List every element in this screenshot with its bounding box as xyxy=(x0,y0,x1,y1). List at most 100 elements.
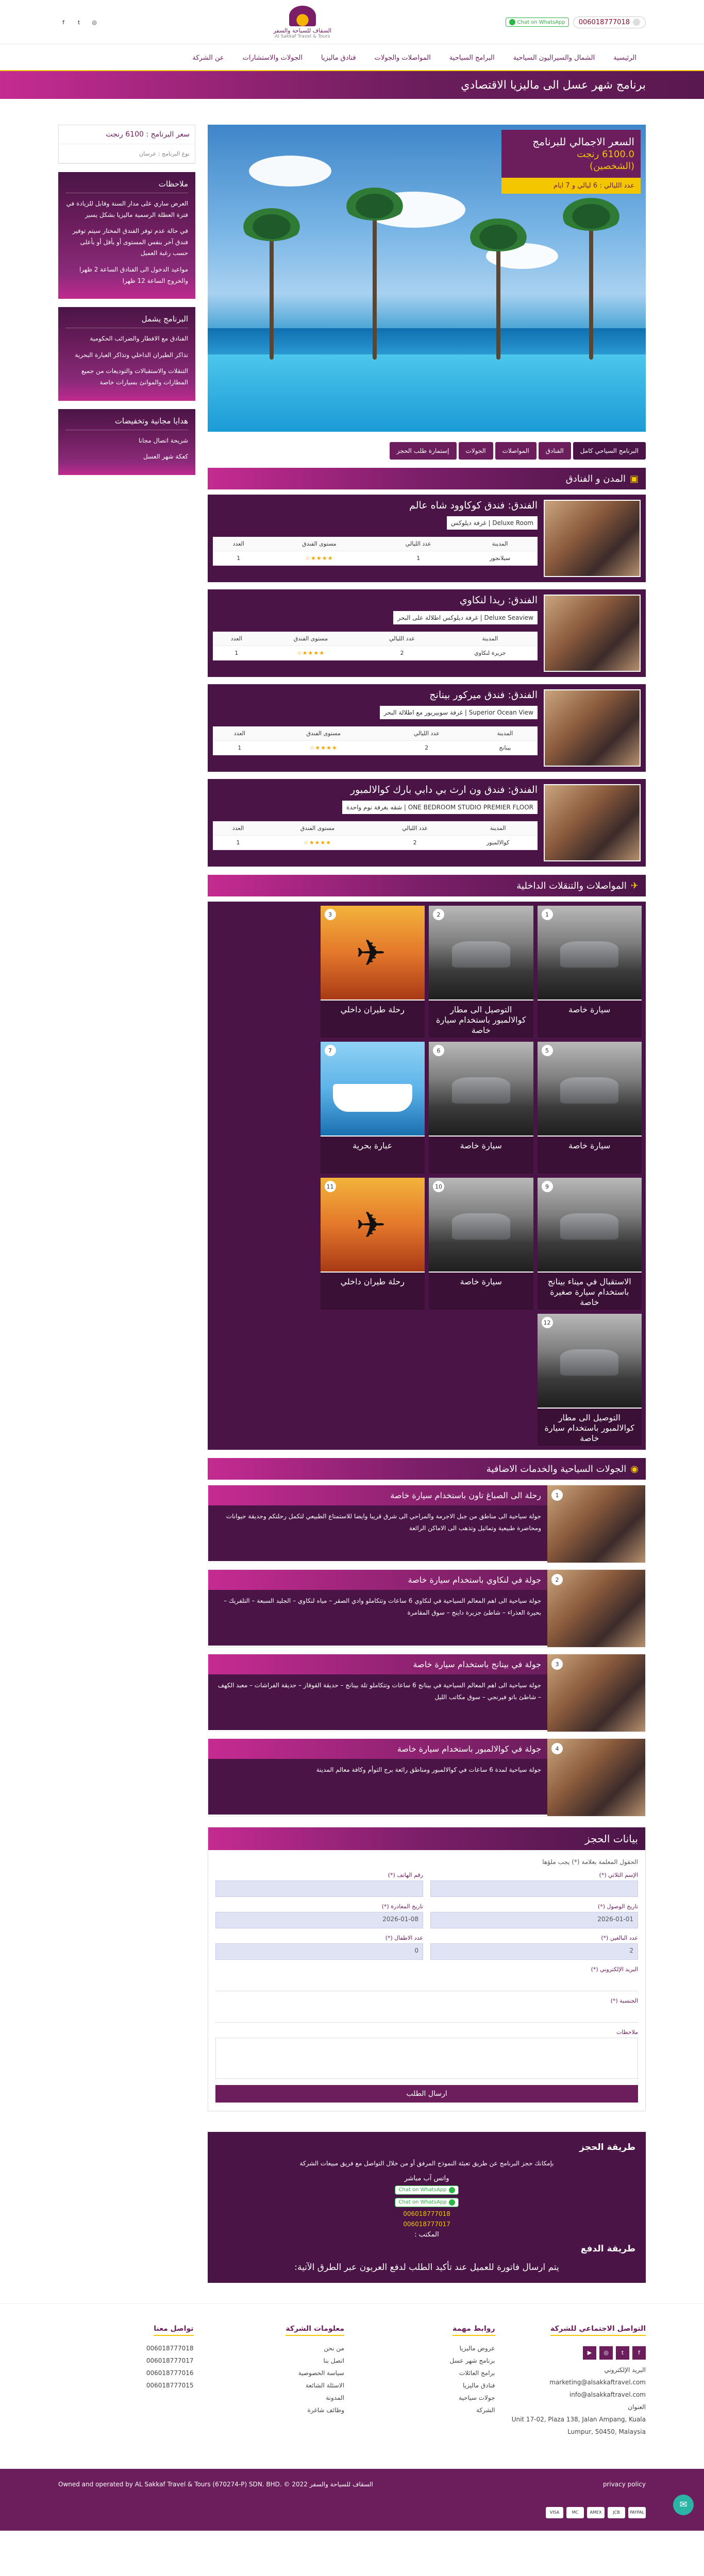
nav-item-tours[interactable]: الجولات والاستشارات xyxy=(233,44,312,71)
facebook-icon[interactable]: f xyxy=(58,17,69,27)
submit-button[interactable]: ارسال الطلب xyxy=(215,2085,638,2103)
whatsapp-icon xyxy=(448,2199,455,2206)
twitter-icon[interactable]: t xyxy=(616,2346,629,2360)
whatsapp-button[interactable]: Chat on WhatsApp xyxy=(395,2197,459,2207)
card-icon: MC xyxy=(566,2506,584,2518)
tour-desc: جولة سياحية الى اهم المعالم السياحية في … xyxy=(208,1674,547,1730)
payment-cards: VISA MC AMEX JCB PAYPAL xyxy=(58,2500,646,2518)
footer-link[interactable]: info@alsakkaftravel.com xyxy=(511,2388,646,2401)
payment-title: طريقة الدفع xyxy=(580,2243,635,2254)
youtube-icon[interactable]: ▶ xyxy=(583,2346,596,2360)
instagram-icon[interactable]: ◎ xyxy=(599,2346,613,2360)
tour-number: 2 xyxy=(551,1574,563,1585)
footer-phone[interactable]: 00601877701​6 xyxy=(58,2367,194,2379)
tab-tours[interactable]: الجولات xyxy=(458,442,493,460)
transfer-card xyxy=(212,1314,316,1446)
footer-link[interactable]: من نحن xyxy=(209,2342,344,2354)
tour-title: جولة في بينانج باستخدام سيارة خاصة xyxy=(208,1654,547,1674)
td-count: 1 xyxy=(213,551,264,566)
departure-date-field[interactable]: 2026-01-08 xyxy=(215,1912,423,1928)
whatsapp-label: Chat on WhatsApp xyxy=(517,19,565,25)
transfer-label: رحلة طيران داخلي xyxy=(340,1005,405,1014)
whatsapp-button[interactable]: Chat on WhatsApp xyxy=(505,18,569,27)
price-box: السعر الاجمالي للبرنامج 6100.0 رنجت (الش… xyxy=(501,130,641,194)
footer-link[interactable]: الشركة xyxy=(360,2404,495,2416)
tab-booking[interactable]: إستمارة طلب الحجز xyxy=(389,442,457,460)
footer-link[interactable]: فنادق ماليزيا xyxy=(360,2379,495,2392)
nav-item-hotels[interactable]: فنادق ماليزيا xyxy=(312,44,365,71)
footer-link[interactable]: برنامج شهر عسل xyxy=(360,2354,495,2367)
hotel-icon: ▣ xyxy=(629,473,639,484)
phone-field[interactable] xyxy=(215,1880,423,1897)
footer-link[interactable]: الاسئلة الشائعة xyxy=(209,2379,344,2392)
nav-item-about[interactable]: عن الشركة xyxy=(183,44,233,71)
howto-phone[interactable]: 00601877701​7 xyxy=(403,2221,450,2228)
adults-field[interactable]: 2 xyxy=(430,1943,638,1960)
footer-link[interactable]: وظائف شاغرة xyxy=(209,2404,344,2416)
site-logo[interactable]: السقاف للسياحة والسفر Al Sakkaf Travel &… xyxy=(273,5,331,39)
arrival-date-field[interactable]: 2026-01-01 xyxy=(430,1912,638,1928)
td-nights: 1 xyxy=(374,551,463,566)
includes-title: البرنامج يشمل xyxy=(65,314,188,329)
full-name-field[interactable] xyxy=(430,1880,638,1897)
transfer-number: 3 xyxy=(324,909,336,920)
tab-full-program[interactable]: البرنامج السياحي كامل xyxy=(573,442,646,460)
transfer-card: 9 الاستقبال في ميناء بينانج باستخدام سيار… xyxy=(537,1178,642,1310)
nationality-label: الجنسية (*) xyxy=(610,1997,638,2004)
nav-item-programs[interactable]: البرامج السياحية xyxy=(440,44,504,71)
th-city: المدينة xyxy=(472,726,538,741)
nav-item-north[interactable]: الشمال والسيراليون السياحية xyxy=(504,44,605,71)
hotel-name: الفندق: فندق ميركور بينانج xyxy=(429,689,538,701)
twitter-icon[interactable]: t xyxy=(74,17,84,27)
footer-link[interactable]: برامج العائلات xyxy=(360,2367,495,2379)
include-item: التنقلات والاستقبالات والتوديعات من جميع… xyxy=(81,367,188,386)
tours-title-text: الجولات السياحية والخدمات الاضافية xyxy=(486,1463,627,1475)
program-content: السعر الاجمالي للبرنامج 6100.0 رنجت (الش… xyxy=(208,125,646,2283)
notes-field[interactable] xyxy=(215,2038,638,2079)
footer-phone[interactable]: 00601877701​5 xyxy=(58,2379,194,2392)
nav-item-transfers[interactable]: المواصلات والجولات xyxy=(365,44,440,71)
price-title: السعر الاجمالي للبرنامج xyxy=(532,135,634,148)
transfer-number: 12 xyxy=(541,1317,553,1328)
phone-number[interactable]: 00601877701​8 xyxy=(573,16,646,28)
footer-link[interactable]: المدونة xyxy=(209,2392,344,2404)
car-image: 1 xyxy=(537,906,642,1001)
footer-link[interactable]: marketing@alsakkaftravel.com xyxy=(511,2376,646,2388)
footer-phone[interactable]: 00601877701​8 xyxy=(58,2342,194,2354)
tour-desc: جولة سياحية لمدة 6 ساعات في كوالالمبور و… xyxy=(208,1759,547,1815)
transfer-label: التوصيل الى مطار كوالالمبور باستخدام سيا… xyxy=(544,1413,634,1443)
gifts-title: هدايا مجانية وتخفيضات xyxy=(65,416,188,430)
howto-phone[interactable]: 00601877701​8 xyxy=(403,2210,450,2217)
children-field[interactable]: 0 xyxy=(215,1943,423,1960)
full-name-label: الإسم الثلاثي (*) xyxy=(599,1872,638,1878)
chat-icon[interactable]: ✉ xyxy=(673,2494,694,2515)
whatsapp-button[interactable]: Chat on WhatsApp xyxy=(395,2185,459,2195)
th-city: المدينة xyxy=(462,537,538,551)
td-stars: ★★★★☆ xyxy=(263,835,372,850)
th-nights: عدد الليالي xyxy=(372,821,459,836)
footer-link[interactable]: جولات سياحية xyxy=(360,2392,495,2404)
hotel-room: Deluxe Seaview | غرفة ديلوكس اطلالة على … xyxy=(393,611,538,624)
car-plane-icon: ✈ xyxy=(630,880,639,891)
note-item: العرض ساري على مدار السنة وقابل للزيادة … xyxy=(66,200,188,218)
include-item: الفنادق مع الافطار والضرائب الحكومية xyxy=(90,335,188,343)
footer-link[interactable]: سياسة الخصوصية xyxy=(209,2367,344,2379)
instagram-icon[interactable]: ◎ xyxy=(89,17,99,27)
facebook-icon[interactable]: f xyxy=(632,2346,646,2360)
form-title: بيانات الحجز xyxy=(208,1827,645,1850)
hotel-table: المدينة عدد الليالي مستوى الفندق العدد جزير… xyxy=(213,632,538,660)
email-field[interactable] xyxy=(215,1975,638,1991)
tab-transfers[interactable]: المواصلات xyxy=(495,442,537,460)
tab-hotels[interactable]: الفنادق xyxy=(538,442,571,460)
gift-item: كعكة شهر العسل xyxy=(143,453,188,461)
footer-phone[interactable]: 00601877701​7 xyxy=(58,2354,194,2367)
nationality-field[interactable] xyxy=(215,2006,638,2023)
privacy-link[interactable]: privacy policy xyxy=(603,2481,646,2488)
nav-item-home[interactable]: الرئيسية xyxy=(604,44,646,71)
hotel-room: Superior Ocean View | غرفة سوبيريور مع ا… xyxy=(379,706,538,719)
footer-link[interactable]: اتصل بنا xyxy=(209,2354,344,2367)
notes-title: ملاحظات xyxy=(65,179,188,193)
footer-link[interactable]: عروض ماليزيا xyxy=(360,2342,495,2354)
price-unit: (الشخصين) xyxy=(590,161,634,172)
transfer-card: 5 سيارة خاصة xyxy=(537,1042,642,1174)
